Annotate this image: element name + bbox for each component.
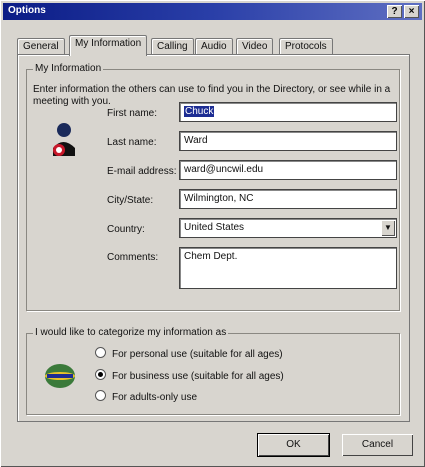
city-state-label: City/State: (107, 195, 154, 206)
radio-personal-row[interactable]: For personal use (suitable for all ages) (95, 347, 283, 360)
tab-general[interactable]: General (17, 38, 65, 55)
group-title-my-information: My Information (33, 63, 104, 74)
window-title: Options (8, 5, 46, 16)
radio-business-label: For business use (suitable for all ages) (112, 371, 284, 382)
comments-label: Comments: (107, 252, 159, 263)
tab-panel: My Information Enter information the oth… (17, 54, 410, 422)
email-label: E-mail address: (107, 166, 177, 177)
categorize-group: I would like to categorize my informatio… (26, 327, 400, 415)
tab-audio[interactable]: Audio (195, 38, 233, 55)
first-name-label: First name: (107, 108, 158, 119)
close-button[interactable]: × (404, 5, 419, 18)
radio-personal[interactable] (95, 347, 106, 358)
tab-video[interactable]: Video (236, 38, 274, 55)
city-state-field[interactable]: Wilmington, NC (179, 189, 397, 209)
group-title-categorize: I would like to categorize my informatio… (33, 327, 229, 338)
radio-adults[interactable] (95, 390, 106, 401)
globe-icon (45, 364, 75, 388)
tab-calling[interactable]: Calling (151, 38, 194, 55)
user-icon (53, 123, 75, 156)
tab-my-information[interactable]: My Information (69, 35, 148, 56)
ok-button[interactable]: OK (257, 433, 330, 457)
my-information-group: My Information Enter information the oth… (26, 63, 400, 311)
last-name-field[interactable]: Ward (179, 131, 397, 151)
radio-adults-row[interactable]: For adults-only use (95, 390, 197, 403)
comments-field[interactable]: Chem Dept. (179, 247, 397, 289)
title-bar[interactable]: Options ? × (3, 3, 422, 20)
country-select[interactable]: United States ▼ (179, 218, 397, 238)
help-button[interactable]: ? (387, 5, 402, 18)
country-value: United States (184, 222, 245, 233)
radio-business[interactable] (95, 369, 106, 380)
last-name-label: Last name: (107, 137, 157, 148)
radio-personal-label: For personal use (suitable for all ages) (112, 349, 283, 360)
chevron-down-icon[interactable]: ▼ (381, 220, 395, 236)
email-field[interactable]: ward@uncwil.edu (179, 160, 397, 180)
cancel-button[interactable]: Cancel (342, 434, 413, 456)
first-name-field[interactable]: Chuck (179, 102, 397, 122)
radio-business-row[interactable]: For business use (suitable for all ages) (95, 369, 284, 382)
first-name-value: Chuck (184, 106, 215, 117)
options-dialog: Options ? × General My Information Calli… (0, 0, 425, 467)
country-label: Country: (107, 224, 145, 235)
tab-protocols[interactable]: Protocols (279, 38, 333, 55)
radio-adults-label: For adults-only use (112, 392, 198, 403)
